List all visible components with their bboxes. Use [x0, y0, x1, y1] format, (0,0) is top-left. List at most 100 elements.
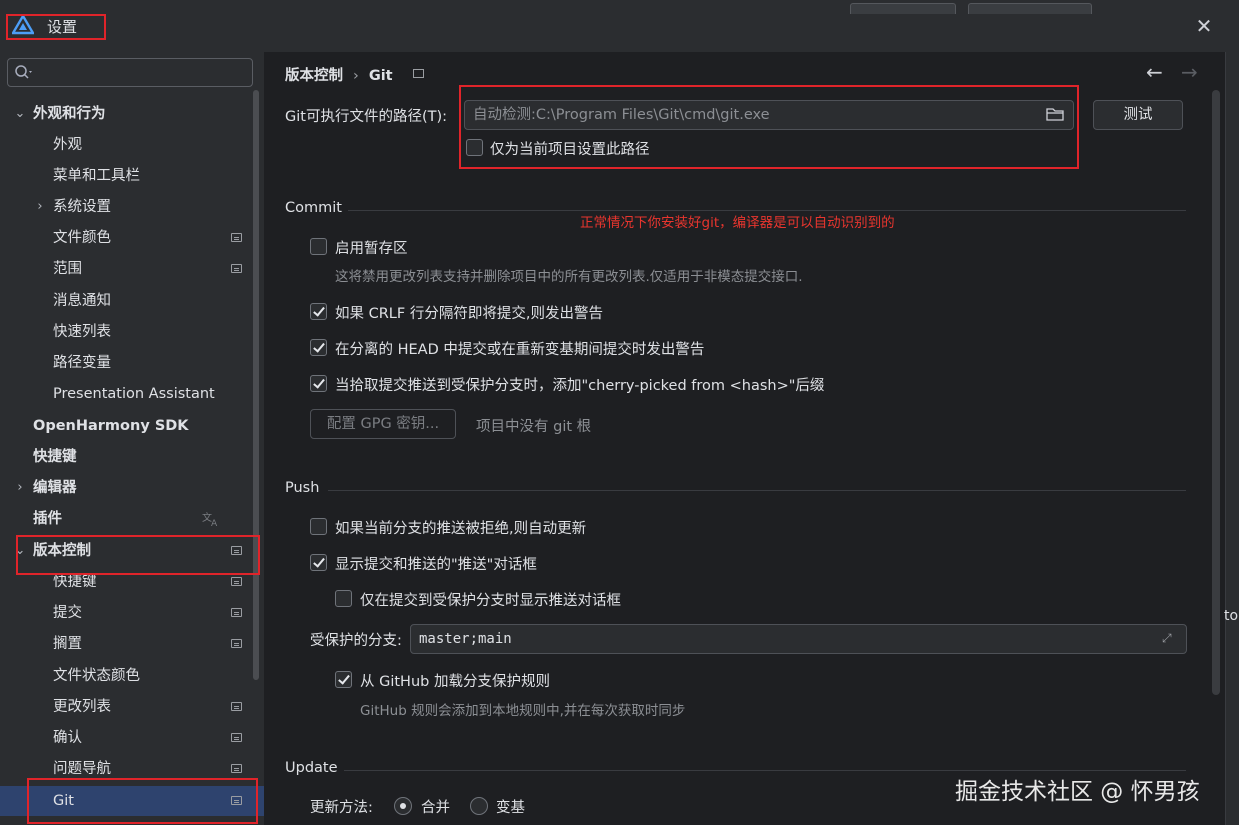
- tree-item-presentation-assistant[interactable]: Presentation Assistant: [0, 379, 256, 409]
- staging-area-checkbox[interactable]: [310, 238, 327, 255]
- tree-item-commit[interactable]: 提交: [0, 598, 256, 628]
- tree-item-label: 系统设置: [53, 199, 111, 215]
- tree-item-label: 路径变量: [53, 355, 111, 371]
- chevron-down-icon: ⌄: [14, 106, 26, 121]
- tree-item-menus-toolbars[interactable]: 菜单和工具栏: [0, 161, 256, 191]
- tree-item-system-settings[interactable]: › 系统设置: [0, 192, 256, 222]
- protected-branches-value: master;main: [419, 631, 512, 647]
- settings-search-input[interactable]: [7, 58, 253, 87]
- tree-item-notifications[interactable]: 消息通知: [0, 286, 256, 316]
- protected-branches-label: 受保护的分支:: [310, 633, 402, 649]
- no-git-root-text: 项目中没有 git 根: [476, 419, 592, 435]
- show-push-dialog-label: 显示提交和推送的"推送"对话框: [335, 557, 537, 573]
- cherry-pick-suffix-checkbox[interactable]: [310, 375, 327, 392]
- breadcrumb-parent[interactable]: 版本控制: [285, 68, 343, 84]
- crlf-warning-checkbox[interactable]: [310, 303, 327, 320]
- update-merge-label: 合并: [421, 800, 450, 816]
- tree-item-changelists[interactable]: 更改列表: [0, 692, 256, 722]
- auto-update-checkbox[interactable]: [310, 518, 327, 535]
- update-method-label: 更新方法:: [310, 800, 373, 816]
- tree-item-label: 文件颜色: [53, 230, 111, 246]
- tree-item-file-colors[interactable]: 文件颜色: [0, 223, 256, 253]
- github-rules-hint: GitHub 规则会添加到本地规则中,并在每次获取时同步: [360, 703, 686, 719]
- tree-item-path-variables[interactable]: 路径变量: [0, 348, 256, 378]
- detached-head-label: 在分离的 HEAD 中提交或在重新变基期间提交时发出警告: [335, 342, 705, 358]
- svg-text:A: A: [211, 519, 218, 527]
- search-icon: [15, 65, 32, 79]
- content-scrollbar[interactable]: [1212, 90, 1220, 695]
- tree-item-keymap[interactable]: 快捷键: [0, 442, 256, 472]
- tree-item-label: 快速列表: [53, 324, 111, 340]
- translate-icon: 文 A: [202, 511, 218, 527]
- tree-item-label: 快捷键: [33, 449, 77, 465]
- annotation-box-git-path: [459, 85, 1079, 169]
- update-rebase-label: 变基: [496, 800, 525, 816]
- annotation-box-version-control: [16, 535, 260, 575]
- tree-item-scopes[interactable]: 范围: [0, 254, 256, 284]
- tree-item-label: 确认: [53, 730, 82, 746]
- tree-item-label: 文件状态颜色: [53, 668, 140, 684]
- cherry-pick-suffix-label: 当拾取提交推送到受保护分支时，添加"cherry-picked from <ha…: [335, 378, 825, 394]
- github-rules-label: 从 GitHub 加载分支保护规则: [360, 674, 550, 690]
- detached-head-checkbox[interactable]: [310, 339, 327, 356]
- breadcrumb-current: Git: [368, 68, 393, 84]
- tree-item-label: 菜单和工具栏: [53, 168, 140, 184]
- tree-item-label: 提交: [53, 605, 82, 621]
- protected-only-label: 仅在提交到受保护分支时显示推送对话框: [360, 593, 621, 609]
- section-divider: [328, 490, 1186, 491]
- tree-item-quick-lists[interactable]: 快速列表: [0, 317, 256, 347]
- forward-arrow-icon[interactable]: →: [1181, 60, 1198, 84]
- breadcrumb: 版本控制 › Git: [285, 64, 393, 85]
- project-settings-icon: [413, 69, 424, 78]
- protected-only-checkbox[interactable]: [335, 590, 352, 607]
- sidebar-scrollbar[interactable]: [253, 90, 259, 680]
- protected-branches-input[interactable]: master;main: [410, 624, 1187, 654]
- git-path-label: Git可执行文件的路径(T):: [285, 109, 448, 125]
- project-settings-icon: [231, 733, 242, 742]
- update-merge-radio[interactable]: [394, 797, 412, 815]
- auto-update-label: 如果当前分支的推送被拒绝,则自动更新: [335, 521, 587, 537]
- project-settings-icon: [231, 639, 242, 648]
- project-settings-icon: [231, 264, 242, 273]
- back-arrow-icon[interactable]: ←: [1146, 60, 1163, 84]
- push-section-title: Push: [285, 480, 320, 496]
- tree-item-appearance[interactable]: 外观: [0, 130, 256, 160]
- tree-item-openharmony-sdk[interactable]: OpenHarmony SDK: [0, 411, 256, 441]
- tree-item-label: 外观: [53, 137, 82, 153]
- close-button[interactable]: ✕: [1192, 14, 1216, 38]
- tree-item-appearance-behavior[interactable]: ⌄ 外观和行为: [0, 99, 256, 129]
- tree-item-label: 插件: [33, 511, 62, 527]
- watermark: 掘金技术社区 @ 怀男孩: [955, 779, 1200, 805]
- tree-item-plugins[interactable]: 插件 文 A: [0, 504, 256, 534]
- test-button[interactable]: 测试: [1093, 100, 1183, 130]
- tree-item-file-status-colors[interactable]: 文件状态颜色: [0, 661, 256, 691]
- show-push-dialog-checkbox[interactable]: [310, 554, 327, 571]
- tree-item-label: 编辑器: [33, 480, 77, 496]
- background-window-edge: [1225, 52, 1239, 825]
- configure-gpg-button[interactable]: 配置 GPG 密钥...: [310, 409, 456, 439]
- project-settings-icon: [231, 577, 242, 586]
- tree-item-label: 消息通知: [53, 293, 111, 309]
- project-settings-icon: [231, 764, 242, 773]
- chevron-right-icon: ›: [17, 480, 23, 495]
- update-rebase-radio[interactable]: [470, 797, 488, 815]
- tree-item-editor[interactable]: › 编辑器: [0, 473, 256, 503]
- commit-section-title: Commit: [285, 200, 342, 216]
- annotation-box-title: [6, 14, 106, 40]
- tree-item-confirmation[interactable]: 确认: [0, 723, 256, 753]
- background-window-text: to: [1224, 608, 1239, 624]
- project-settings-icon: [231, 608, 242, 617]
- project-settings-icon: [231, 702, 242, 711]
- annotation-box-git: [27, 778, 258, 824]
- tree-item-shelf[interactable]: 搁置: [0, 629, 256, 659]
- crlf-warning-label: 如果 CRLF 行分隔符即将提交,则发出警告: [335, 306, 603, 322]
- section-divider: [344, 770, 1186, 771]
- annotation-note: 正常情况下你安装好git，编译器是可以自动识别到的: [580, 215, 895, 231]
- breadcrumb-separator: ›: [353, 68, 359, 84]
- tree-item-label: 更改列表: [53, 699, 111, 715]
- project-settings-icon: [231, 233, 242, 242]
- github-rules-checkbox[interactable]: [335, 671, 352, 688]
- tree-item-label: Presentation Assistant: [53, 386, 215, 402]
- expand-icon[interactable]: ⤢: [1162, 631, 1176, 645]
- tree-item-label: OpenHarmony SDK: [33, 418, 189, 434]
